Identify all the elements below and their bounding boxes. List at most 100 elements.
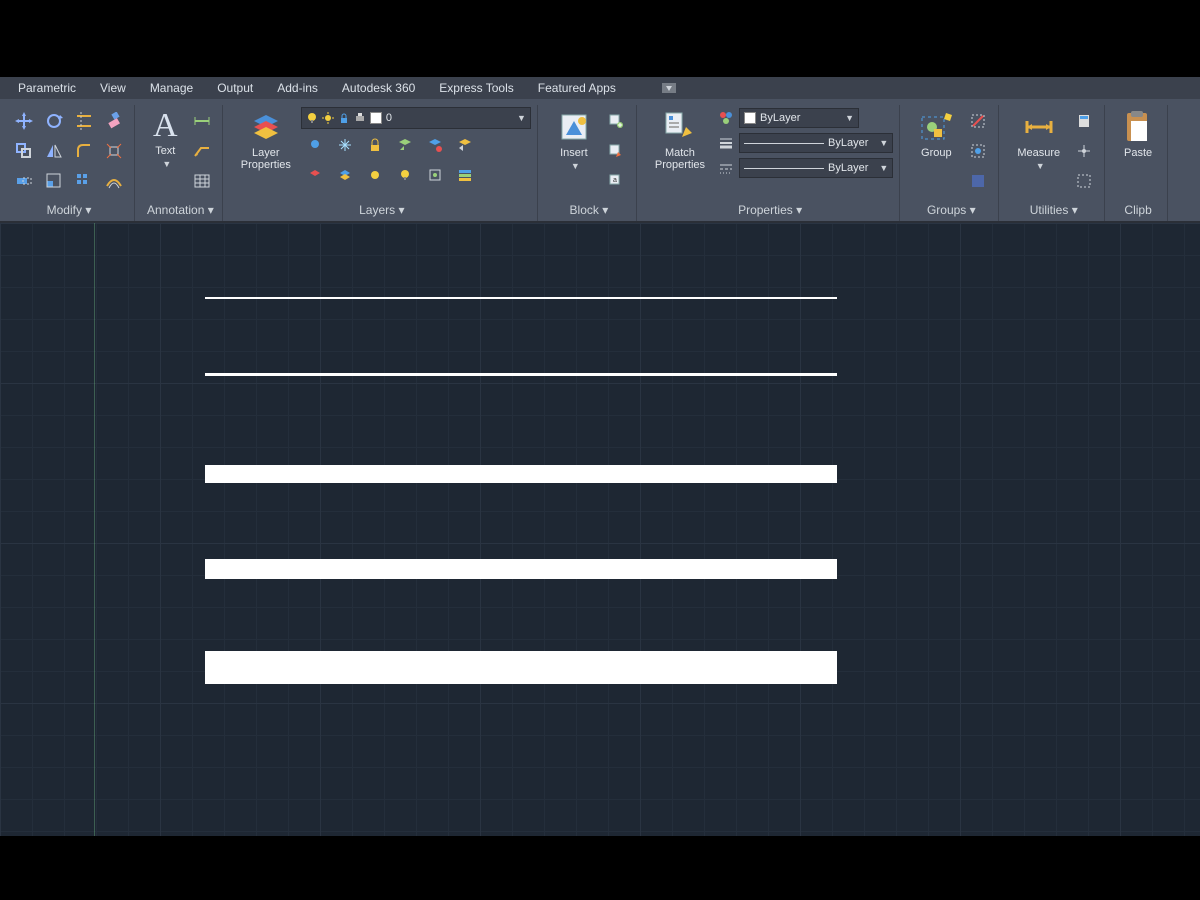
tab-manage[interactable]: Manage — [138, 78, 205, 98]
app-window: Parametric View Manage Output Add-ins Au… — [0, 77, 1200, 836]
lock-icon — [338, 112, 350, 124]
linetype-sample — [744, 168, 824, 169]
layer-color-swatch — [370, 112, 382, 124]
copy-icon[interactable] — [10, 137, 38, 165]
tab-parametric[interactable]: Parametric — [6, 78, 88, 98]
move-icon[interactable] — [10, 107, 38, 135]
layer-properties-label: Layer Properties — [241, 147, 291, 171]
cad-line[interactable] — [205, 373, 837, 376]
layer-unisolate-icon[interactable] — [331, 161, 359, 189]
linetype-list-icon[interactable] — [715, 158, 737, 178]
explode-icon[interactable] — [100, 137, 128, 165]
edit-block-icon[interactable] — [602, 137, 630, 165]
panel-clipboard: Paste Clipb — [1109, 105, 1168, 221]
fillet-icon[interactable] — [70, 137, 98, 165]
letterbox-bottom — [0, 836, 1200, 900]
panel-title-groups[interactable]: Groups ▾ — [904, 201, 998, 221]
panel-title-properties[interactable]: Properties ▾ — [641, 201, 899, 221]
color-picker-icon[interactable] — [715, 108, 737, 128]
panel-title-clipboard[interactable]: Clipb — [1109, 201, 1167, 221]
layer-name-value: 0 — [386, 112, 392, 124]
lineweight-list-icon[interactable] — [715, 133, 737, 153]
point-style-icon[interactable] — [1070, 137, 1098, 165]
table-icon[interactable] — [188, 167, 216, 195]
ungroup-icon[interactable] — [964, 107, 992, 135]
match-properties-label: Match Properties — [655, 147, 705, 171]
quick-calc-icon[interactable] — [1070, 107, 1098, 135]
chevron-down-icon: ▼ — [879, 163, 888, 173]
text-icon: A — [153, 109, 178, 143]
color-dropdown[interactable]: ByLayer ▼ — [739, 108, 859, 128]
select-all-icon[interactable] — [1070, 167, 1098, 195]
tab-view[interactable]: View — [88, 78, 138, 98]
rotate-icon[interactable] — [40, 107, 68, 135]
match-properties-button[interactable]: Match Properties — [647, 107, 713, 173]
tab-addins[interactable]: Add-ins — [265, 78, 330, 98]
scale-icon[interactable] — [40, 167, 68, 195]
lineweight-dropdown[interactable]: ByLayer ▼ — [739, 133, 893, 153]
cad-line[interactable] — [205, 559, 837, 579]
layer-freeze-icon[interactable] — [331, 131, 359, 159]
layer-lock-icon[interactable] — [361, 131, 389, 159]
cad-line[interactable] — [205, 651, 837, 684]
group-icon — [918, 109, 954, 145]
group-bbox-icon[interactable] — [964, 167, 992, 195]
cad-line[interactable] — [205, 465, 837, 483]
layer-off-icon[interactable] — [301, 131, 329, 159]
layer-walk-icon[interactable] — [421, 161, 449, 189]
tab-express-tools[interactable]: Express Tools — [427, 78, 525, 98]
panel-title-layers[interactable]: Layers ▾ — [227, 201, 537, 221]
tab-autodesk360[interactable]: Autodesk 360 — [330, 78, 427, 98]
tab-featured-apps[interactable]: Featured Apps — [526, 78, 628, 98]
offset-icon[interactable] — [100, 167, 128, 195]
match-properties-icon — [662, 109, 698, 145]
tab-overflow-icon[interactable] — [658, 79, 680, 97]
layer-make-current-icon[interactable] — [391, 131, 419, 159]
group-button[interactable]: Group — [910, 107, 962, 161]
text-button[interactable]: A Text ▼ — [145, 107, 186, 171]
dimension-linear-icon[interactable] — [188, 107, 216, 135]
leader-icon[interactable] — [188, 137, 216, 165]
edit-attribute-icon[interactable]: a — [602, 167, 630, 195]
panel-title-modify[interactable]: Modify ▾ — [4, 201, 134, 221]
layer-properties-button[interactable]: Layer Properties — [233, 107, 299, 173]
stretch-icon[interactable] — [10, 167, 38, 195]
drawing-canvas[interactable] — [0, 223, 1200, 836]
mirror-icon[interactable] — [40, 137, 68, 165]
sun-icon — [322, 112, 334, 124]
panel-title-block[interactable]: Block ▾ — [542, 201, 636, 221]
chevron-down-icon: ▼ — [571, 161, 580, 171]
measure-label: Measure — [1017, 147, 1060, 159]
paste-label: Paste — [1124, 147, 1152, 159]
paste-button[interactable]: Paste — [1115, 107, 1161, 161]
insert-button[interactable]: Insert ▼ — [548, 107, 600, 173]
linetype-dropdown[interactable]: ByLayer ▼ — [739, 158, 893, 178]
measure-button[interactable]: Measure ▼ — [1009, 107, 1068, 173]
layer-previous-icon[interactable] — [451, 131, 479, 159]
layer-states-icon[interactable] — [451, 161, 479, 189]
panel-title-utilities[interactable]: Utilities ▾ — [1003, 201, 1104, 221]
array-icon[interactable] — [70, 167, 98, 195]
color-value: ByLayer — [760, 112, 800, 124]
create-block-icon[interactable] — [602, 107, 630, 135]
layer-dropdown[interactable]: 0 ▼ — [301, 107, 531, 129]
cad-line[interactable] — [205, 297, 837, 299]
lineweight-value: ByLayer — [828, 137, 868, 149]
letterbox-top — [0, 0, 1200, 77]
layer-on-icon[interactable] — [391, 161, 419, 189]
erase-icon[interactable] — [100, 107, 128, 135]
layer-thaw-icon[interactable] — [361, 161, 389, 189]
group-label: Group — [921, 147, 952, 159]
tab-output[interactable]: Output — [205, 78, 265, 98]
measure-icon — [1021, 109, 1057, 145]
svg-text:a: a — [613, 177, 617, 184]
menu-tabs: Parametric View Manage Output Add-ins Au… — [0, 77, 1200, 99]
layer-isolate-icon[interactable] — [301, 161, 329, 189]
panel-annotation: A Text ▼ Annotation ▾ — [139, 105, 223, 221]
group-edit-icon[interactable] — [964, 137, 992, 165]
panel-modify: Modify ▾ — [4, 105, 135, 221]
panel-title-annotation[interactable]: Annotation ▾ — [139, 201, 222, 221]
layer-match-icon[interactable] — [421, 131, 449, 159]
trim-icon[interactable] — [70, 107, 98, 135]
chevron-down-icon: ▼ — [162, 159, 171, 169]
